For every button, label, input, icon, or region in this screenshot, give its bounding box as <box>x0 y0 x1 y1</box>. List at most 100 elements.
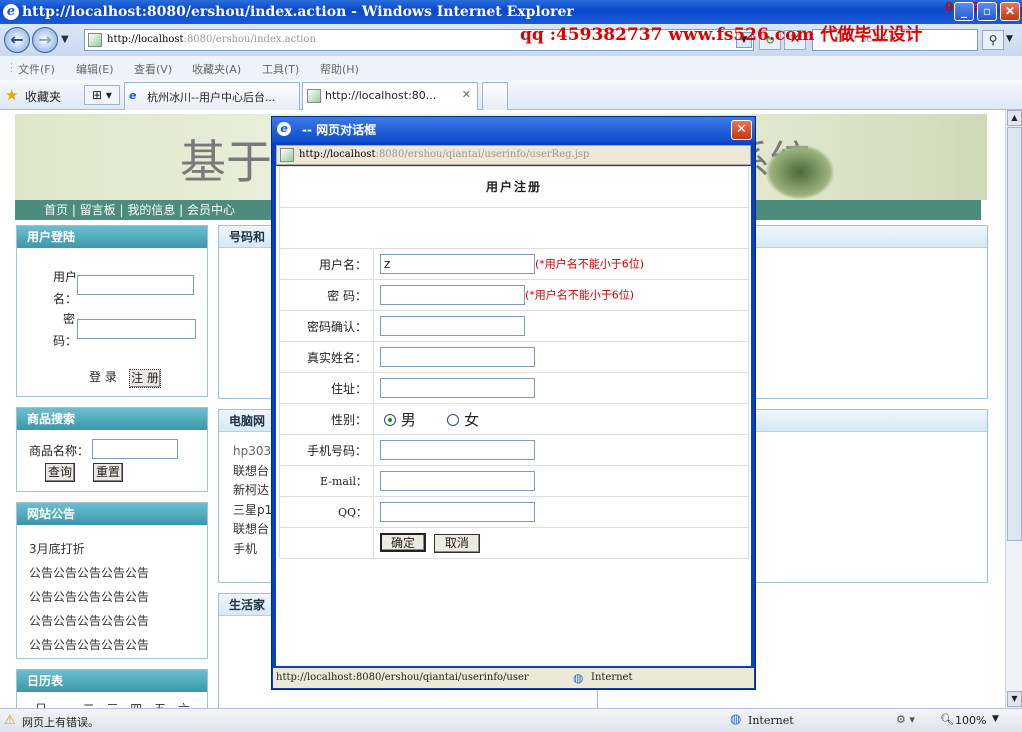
login-panel-title: 用户登陆 <box>17 226 207 248</box>
query-button[interactable]: 查询 <box>45 463 75 482</box>
address-field[interactable] <box>380 378 535 398</box>
notice-item[interactable]: 公告公告公告公告公告 <box>29 561 149 585</box>
scroll-thumb[interactable] <box>1007 127 1022 541</box>
zoom-dropdown-icon[interactable]: ▼ <box>992 714 999 724</box>
new-tab-button[interactable] <box>482 82 508 110</box>
register-button[interactable]: 注 册 <box>129 369 161 388</box>
search-options-icon[interactable]: ▼ <box>1006 34 1013 44</box>
form-row-phone: 手机号码： <box>279 434 749 466</box>
dialog-body: 用户注册 用户名： z (*用户名不能小于6位) 密 码： (*用户名不能小于6位… <box>276 166 751 666</box>
dialog-close-button[interactable]: ✕ <box>731 120 752 140</box>
menu-favorites[interactable]: 收藏夹(A) <box>192 61 241 77</box>
address-path: :8080/ershou/index.action <box>183 34 316 45</box>
realname-input[interactable] <box>380 347 535 367</box>
notice-panel-title: 网站公告 <box>17 503 207 525</box>
product-link[interactable]: 手机 <box>233 540 272 560</box>
form-row-qq: QQ： <box>279 496 749 528</box>
password-confirm-input[interactable] <box>380 316 525 336</box>
window-title: http://localhost:8080/ershou/index.actio… <box>22 4 574 20</box>
minimize-button[interactable]: _ <box>954 2 974 21</box>
login-button[interactable]: 登 录 <box>87 369 119 388</box>
qq-input[interactable] <box>380 502 535 522</box>
tab-close-icon[interactable]: ✕ <box>462 88 471 101</box>
notice-item[interactable]: 3月底打折 <box>29 537 149 561</box>
favorites-label[interactable]: 收藏夹 <box>25 88 61 105</box>
password-input[interactable] <box>380 285 525 305</box>
menu-help[interactable]: 帮助(H) <box>320 61 359 77</box>
username-label-1: 用户 <box>53 270 78 284</box>
menu-file[interactable]: 文件(F) <box>18 61 55 77</box>
gender-female-label: 女 <box>464 410 480 429</box>
forward-button[interactable]: → <box>32 27 58 53</box>
dialog-status-zone: Internet <box>591 672 633 683</box>
product-link[interactable]: 联想台 <box>233 462 272 482</box>
login-password-input[interactable] <box>77 319 196 339</box>
menu-grip: ⋮ <box>6 61 17 74</box>
email-input[interactable] <box>380 471 535 491</box>
notice-item[interactable]: 公告公告公告公告公告 <box>29 633 149 657</box>
field-label: E-mail： <box>279 465 374 497</box>
status-message[interactable]: 网页上有错误。 <box>22 714 99 730</box>
form-row-email: E-mail： <box>279 465 749 497</box>
field-label: 手机号码： <box>279 434 374 466</box>
status-zone: Internet <box>748 714 794 727</box>
search-go-icon[interactable]: ⚲ <box>982 30 1004 50</box>
calendar-weekdays: 日 一 二 三 四 五 六 <box>35 700 190 708</box>
quick-tabs-icon[interactable]: ⊞ ▾ <box>84 85 120 105</box>
tab-localhost[interactable]: http://localhost:80... ✕ <box>302 82 478 110</box>
form-row-username: 用户名： z (*用户名不能小于6位) <box>279 248 749 280</box>
dialog-address: http://localhost:8080/ershou/qiantai/use… <box>276 145 751 165</box>
page-icon <box>307 89 321 103</box>
page-scrollbar[interactable]: ▲ ▼ <box>1005 110 1022 708</box>
history-dropdown-icon[interactable]: ▼ <box>61 34 69 45</box>
product-link[interactable]: 三星p1 <box>233 501 272 521</box>
username-label-2: 名： <box>53 292 78 306</box>
ie-logo-icon: e <box>3 4 19 20</box>
username-input[interactable]: z <box>380 254 535 274</box>
phone-input[interactable] <box>380 440 535 460</box>
globe-icon: ◍ <box>573 671 584 685</box>
product-link[interactable]: hp303 <box>233 442 272 462</box>
notice-panel: 网站公告 3月底打折 公告公告公告公告公告 公告公告公告公告公告 公告公告公告公… <box>16 502 208 659</box>
scroll-up-icon[interactable]: ▲ <box>1007 110 1022 126</box>
login-panel: 用户登陆 用户名： 密码： 登 录 注 册 <box>16 225 208 397</box>
heading-spacer <box>279 207 749 249</box>
login-username-input[interactable] <box>77 275 194 295</box>
status-bar: ⚠ 网页上有错误。 ◍ Internet ⚙ ▾ 🔍︎ 100% ▼ <box>0 708 1022 732</box>
product-link[interactable]: 联想台 <box>233 520 272 540</box>
register-form: 用户名： z (*用户名不能小于6位) 密 码： (*用户名不能小于6位) 密码确… <box>279 248 749 559</box>
form-row-gender: 性别： 男 女 <box>279 403 749 435</box>
reset-button[interactable]: 重置 <box>93 463 123 482</box>
gender-male-radio[interactable] <box>384 414 396 426</box>
product-link[interactable]: 新柯达 <box>233 481 272 501</box>
field-label: 密码确认： <box>279 310 374 342</box>
zoom-level[interactable]: 100% <box>955 714 986 727</box>
dialog-address-host: http://localhost <box>299 149 376 160</box>
close-window-button[interactable]: ✕ <box>1000 2 1020 21</box>
back-button[interactable]: ← <box>4 27 30 53</box>
scroll-down-icon[interactable]: ▼ <box>1007 691 1022 707</box>
tab-label: http://localhost:80... <box>325 89 437 102</box>
favorites-star-icon[interactable]: ★ <box>5 86 18 104</box>
field-label: 真实姓名： <box>279 341 374 373</box>
notice-item[interactable]: 公告公告公告公告公告 <box>29 585 149 609</box>
menu-view[interactable]: 查看(V) <box>134 61 172 77</box>
calendar-panel: 日历表 日 一 二 三 四 五 六 <box>16 669 208 708</box>
password-label: 密码： <box>53 308 77 352</box>
warning-icon[interactable]: ⚠ <box>4 713 16 728</box>
notice-item[interactable]: 公告公告公告公告公告 <box>29 609 149 633</box>
gender-female-radio[interactable] <box>447 414 460 426</box>
menu-tools[interactable]: 工具(T) <box>262 61 299 77</box>
product-name-input[interactable] <box>92 439 178 459</box>
panel-2-list: hp303 联想台 新柯达 三星p1 联想台 手机 <box>233 442 272 559</box>
field-label: 住址： <box>279 372 374 404</box>
menu-edit[interactable]: 编辑(E) <box>76 61 114 77</box>
cancel-button[interactable]: 取消 <box>433 534 480 553</box>
product-name-label: 商品名称： <box>29 444 90 458</box>
zoom-icon[interactable]: 🔍︎ <box>940 713 954 726</box>
gender-male-label: 男 <box>400 410 416 429</box>
tab-user-center[interactable]: e 杭州冰川--用户中心后台... <box>124 82 300 110</box>
protected-mode-icon[interactable]: ⚙ ▾ <box>896 713 915 726</box>
confirm-button[interactable]: 确定 <box>380 533 426 552</box>
maximize-button[interactable]: ▫ <box>977 2 997 21</box>
